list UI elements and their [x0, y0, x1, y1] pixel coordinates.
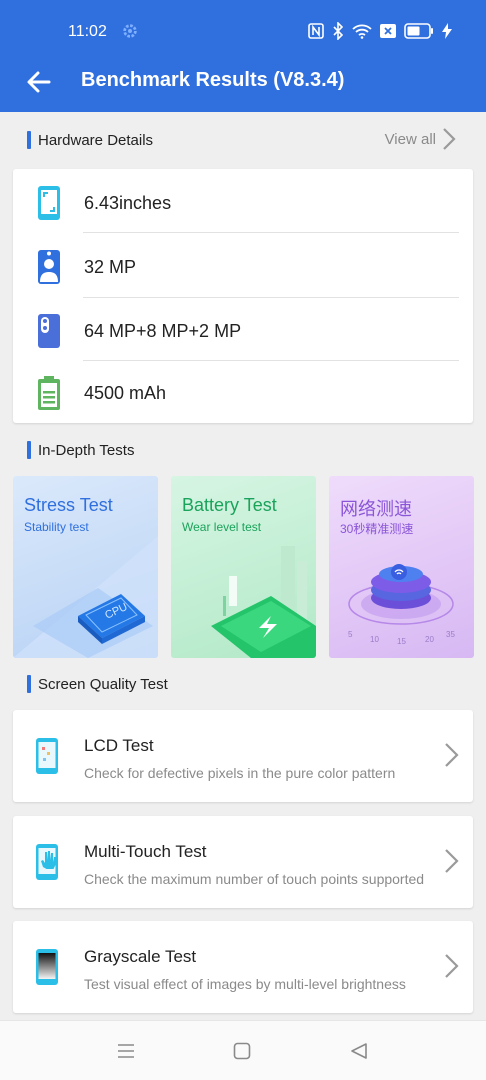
section-marker	[27, 675, 31, 693]
home-icon[interactable]	[233, 1042, 251, 1060]
speed-scale-tick: 15	[397, 637, 406, 646]
multi-touch-icon	[36, 844, 58, 880]
chevron-right-icon	[445, 743, 459, 767]
section-hardware-header: Hardware Details	[27, 128, 153, 152]
tile-title: Stress Test	[24, 495, 113, 515]
section-screen-quality-header: Screen Quality Test	[27, 672, 168, 696]
lcd-test-card[interactable]: LCD Test Check for defective pixels in t…	[13, 710, 473, 802]
chevron-right-icon	[445, 849, 459, 873]
divider	[83, 297, 459, 298]
rear-camera-icon	[38, 314, 60, 348]
test-title: Grayscale Test	[84, 947, 197, 966]
battery-icon	[404, 23, 433, 39]
tile-subtitle: 30秒精准测速	[340, 522, 414, 536]
speed-scale-tick: 10	[370, 635, 379, 644]
section-title: Hardware Details	[38, 131, 154, 149]
bluetooth-icon	[333, 22, 344, 40]
multi-touch-test-card[interactable]: Multi-Touch Test Check the maximum numbe…	[13, 816, 473, 908]
section-marker	[27, 131, 31, 149]
hardware-row-rear-camera: 64 MP+8 MP+2 MP	[13, 299, 473, 363]
network-speed-tile[interactable]: 网络测速 30秒精准测速 5 10 15 20 35	[329, 476, 474, 658]
grayscale-icon	[36, 949, 58, 985]
menu-icon[interactable]	[117, 1042, 135, 1060]
battery-test-tile[interactable]: Battery Test Wear level test	[171, 476, 316, 658]
arrow-left-icon[interactable]	[24, 67, 54, 97]
stress-test-tile[interactable]: CPU Stress Test Stability test	[13, 476, 158, 658]
test-desc: Test visual effect of images by multi-le…	[84, 976, 406, 992]
tile-subtitle: Stability test	[24, 520, 89, 534]
status-bar: 11:02	[0, 0, 486, 60]
hardware-value: 32 MP	[84, 257, 137, 277]
chevron-right-icon	[443, 128, 456, 150]
battery-capacity-icon	[38, 376, 60, 410]
view-all-label: View all	[384, 130, 436, 148]
tile-title: 网络测速	[340, 499, 412, 519]
grayscale-test-card[interactable]: Grayscale Test Test visual effect of ima…	[13, 921, 473, 1013]
chevron-right-icon	[445, 954, 459, 978]
test-title: LCD Test	[84, 736, 154, 755]
test-desc: Check for defective pixels in the pure c…	[84, 765, 396, 781]
section-title: In-Depth Tests	[38, 441, 135, 459]
speed-scale-tick: 20	[425, 635, 434, 644]
tile-subtitle: Wear level test	[182, 520, 262, 534]
hardware-row-screen: 6.43inches	[13, 171, 473, 235]
hardware-value: 64 MP+8 MP+2 MP	[84, 321, 242, 341]
section-in-depth-header: In-Depth Tests	[27, 438, 134, 462]
app-bar: Benchmark Results (V8.3.4)	[0, 60, 486, 112]
test-title: Multi-Touch Test	[84, 842, 207, 861]
screen-size-icon	[38, 186, 60, 220]
page-title: Benchmark Results (V8.3.4)	[81, 69, 345, 91]
speed-scale-tick: 35	[446, 630, 455, 639]
speed-scale-tick: 5	[348, 630, 353, 639]
section-marker	[27, 441, 31, 459]
back-triangle-icon[interactable]	[350, 1042, 368, 1060]
sim-off-icon	[380, 24, 396, 38]
front-camera-icon	[38, 250, 60, 284]
lcd-test-icon	[36, 738, 58, 774]
system-nav-bar	[0, 1020, 486, 1080]
wifi-icon	[352, 24, 372, 39]
status-icons	[308, 22, 452, 40]
nfc-icon	[308, 23, 324, 39]
tile-title: Battery Test	[182, 495, 277, 515]
divider	[83, 232, 459, 233]
status-time: 11:02	[68, 23, 107, 40]
view-all-link[interactable]: View all	[385, 127, 456, 151]
hardware-row-front-camera: 32 MP	[13, 235, 473, 299]
test-desc: Check the maximum number of touch points…	[84, 871, 425, 887]
charging-icon	[442, 23, 452, 39]
hardware-row-battery: 4500 mAh	[13, 361, 473, 425]
section-title: Screen Quality Test	[38, 675, 168, 693]
hardware-value: 6.43inches	[84, 193, 172, 213]
hardware-card: 6.43inches 32 MP 64 MP+8 MP+2 MP 4500 mA…	[13, 169, 473, 423]
gear-icon	[123, 24, 137, 38]
hardware-value: 4500 mAh	[84, 383, 167, 403]
